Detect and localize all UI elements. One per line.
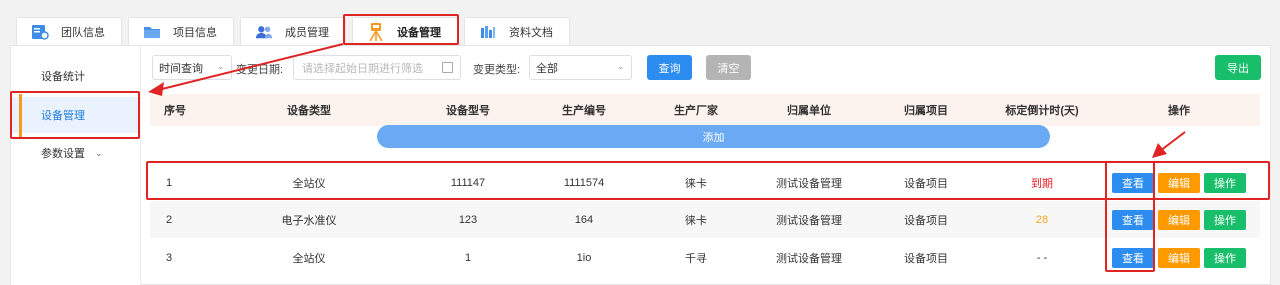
table-header: 序号 设备类型 设备型号 生产编号 生产厂家 归属单位 归属项目 标定倒计时(天… bbox=[150, 94, 1260, 126]
header-maker: 生产厂家 bbox=[674, 105, 718, 117]
tab-label: 资料文档 bbox=[509, 26, 553, 39]
cell-serial: 1io bbox=[576, 251, 592, 264]
sidebar-item-label: 参数设置 bbox=[41, 148, 85, 160]
cell-countdown: - - bbox=[1036, 251, 1048, 264]
sidebar: 设备统计 设备管理 参数设置 ⌄ bbox=[10, 46, 141, 285]
view-column-highlight-box bbox=[1105, 161, 1155, 272]
cell-device-model: 1 bbox=[464, 251, 472, 264]
header-index: 序号 bbox=[164, 105, 186, 117]
tab-documents[interactable]: 资料文档 bbox=[464, 17, 570, 45]
tab-label: 团队信息 bbox=[61, 26, 105, 39]
cell-device-type: 全站仪 bbox=[292, 252, 326, 265]
sidebar-highlight-box bbox=[10, 91, 140, 139]
top-tabs: 团队信息 项目信息 成员管理 设备管理 资料文档 bbox=[16, 17, 570, 45]
cell-serial: 164 bbox=[574, 213, 594, 226]
cell-maker: 徕卡 bbox=[685, 214, 707, 227]
header-project: 归属项目 bbox=[904, 105, 948, 117]
header-unit: 归属单位 bbox=[787, 105, 831, 117]
cell-project: 设备项目 bbox=[904, 214, 948, 227]
tab-members[interactable]: 成员管理 bbox=[240, 17, 346, 45]
query-button[interactable]: 查询 bbox=[647, 55, 692, 80]
team-info-icon bbox=[31, 23, 49, 41]
chevron-down-icon: ⌄ bbox=[617, 62, 624, 71]
date-placeholder: 请选择起始日期进行筛选 bbox=[302, 62, 423, 75]
tab-label: 成员管理 bbox=[285, 26, 329, 39]
sidebar-item-device-stats[interactable]: 设备统计 bbox=[11, 58, 139, 94]
clear-button[interactable]: 清空 bbox=[706, 55, 751, 80]
add-button[interactable]: 添加 bbox=[377, 125, 1050, 148]
header-device-model: 设备型号 bbox=[446, 105, 490, 117]
sidebar-item-parameter-settings[interactable]: 参数设置 ⌄ bbox=[11, 135, 139, 171]
header-device-type: 设备类型 bbox=[287, 105, 331, 117]
documents-icon bbox=[479, 23, 497, 41]
operate-button[interactable]: 操作 bbox=[1204, 209, 1246, 230]
edit-button[interactable]: 编辑 bbox=[1158, 247, 1200, 268]
change-date-label: 变更日期: bbox=[236, 64, 284, 76]
row-highlight-box bbox=[146, 161, 1270, 200]
cell-device-model: 123 bbox=[458, 213, 478, 226]
edit-button[interactable]: 编辑 bbox=[1158, 209, 1200, 230]
tab-label: 项目信息 bbox=[173, 26, 217, 39]
tab-project-info[interactable]: 项目信息 bbox=[128, 17, 234, 45]
table-row: 2 电子水准仪 123 164 徕卡 测试设备管理 设备项目 28 查看 编辑 … bbox=[150, 201, 1260, 238]
members-icon bbox=[255, 23, 273, 41]
date-range-input[interactable]: 请选择起始日期进行筛选 bbox=[293, 55, 461, 80]
cell-index: 2 bbox=[166, 213, 173, 226]
cell-index: 3 bbox=[166, 251, 173, 264]
header-actions: 操作 bbox=[1168, 105, 1190, 117]
sidebar-item-label: 设备统计 bbox=[41, 71, 85, 83]
header-countdown: 标定倒计时(天) bbox=[1005, 105, 1079, 117]
folder-icon bbox=[143, 23, 161, 41]
calendar-icon bbox=[442, 62, 453, 73]
change-type-label: 变更类型: bbox=[473, 64, 521, 76]
chevron-down-icon: ⌄ bbox=[95, 147, 103, 158]
cell-unit: 测试设备管理 bbox=[776, 214, 842, 227]
cell-countdown: 28 bbox=[1035, 213, 1049, 226]
export-button[interactable]: 导出 bbox=[1215, 55, 1261, 80]
tab-team-info[interactable]: 团队信息 bbox=[16, 17, 122, 45]
time-query-value: 时间查询 bbox=[159, 62, 203, 75]
cell-unit: 测试设备管理 bbox=[776, 252, 842, 265]
change-type-select[interactable]: 全部 ⌄ bbox=[529, 55, 632, 80]
operate-button[interactable]: 操作 bbox=[1204, 247, 1246, 268]
chevron-down-icon: ⌄ bbox=[217, 62, 224, 71]
cell-project: 设备项目 bbox=[904, 252, 948, 265]
header-serial: 生产编号 bbox=[562, 105, 606, 117]
active-tab-highlight-box bbox=[343, 14, 459, 45]
table-row: 3 全站仪 1 1io 千寻 测试设备管理 设备项目 - - 查看 编辑 操作 bbox=[150, 239, 1260, 276]
change-type-value: 全部 bbox=[536, 62, 558, 75]
cell-maker: 千寻 bbox=[685, 252, 707, 265]
cell-device-type: 电子水准仪 bbox=[281, 214, 337, 227]
time-query-select[interactable]: 时间查询 ⌄ bbox=[152, 55, 232, 80]
